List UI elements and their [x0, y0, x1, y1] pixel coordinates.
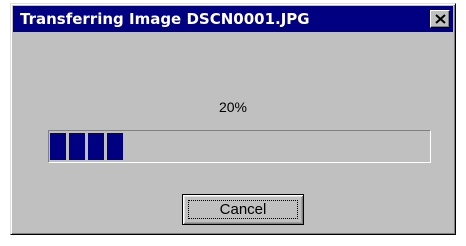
- progress-bar: [48, 130, 431, 163]
- progress-percent: 20%: [218, 99, 248, 115]
- title-bar[interactable]: Transferring Image DSCN0001.JPG: [13, 6, 453, 32]
- progress-block: [88, 133, 104, 160]
- window-title: Transferring Image DSCN0001.JPG: [20, 10, 310, 28]
- progress-block: [107, 133, 123, 160]
- cancel-button-label: Cancel: [219, 201, 267, 218]
- close-icon: [435, 14, 446, 24]
- cancel-button[interactable]: Cancel: [182, 194, 304, 225]
- progress-block: [50, 133, 66, 160]
- progress-fill: [50, 133, 429, 160]
- transfer-dialog: Transferring Image DSCN0001.JPG 20% Canc…: [10, 3, 456, 235]
- close-button[interactable]: [430, 10, 450, 28]
- progress-block: [69, 133, 85, 160]
